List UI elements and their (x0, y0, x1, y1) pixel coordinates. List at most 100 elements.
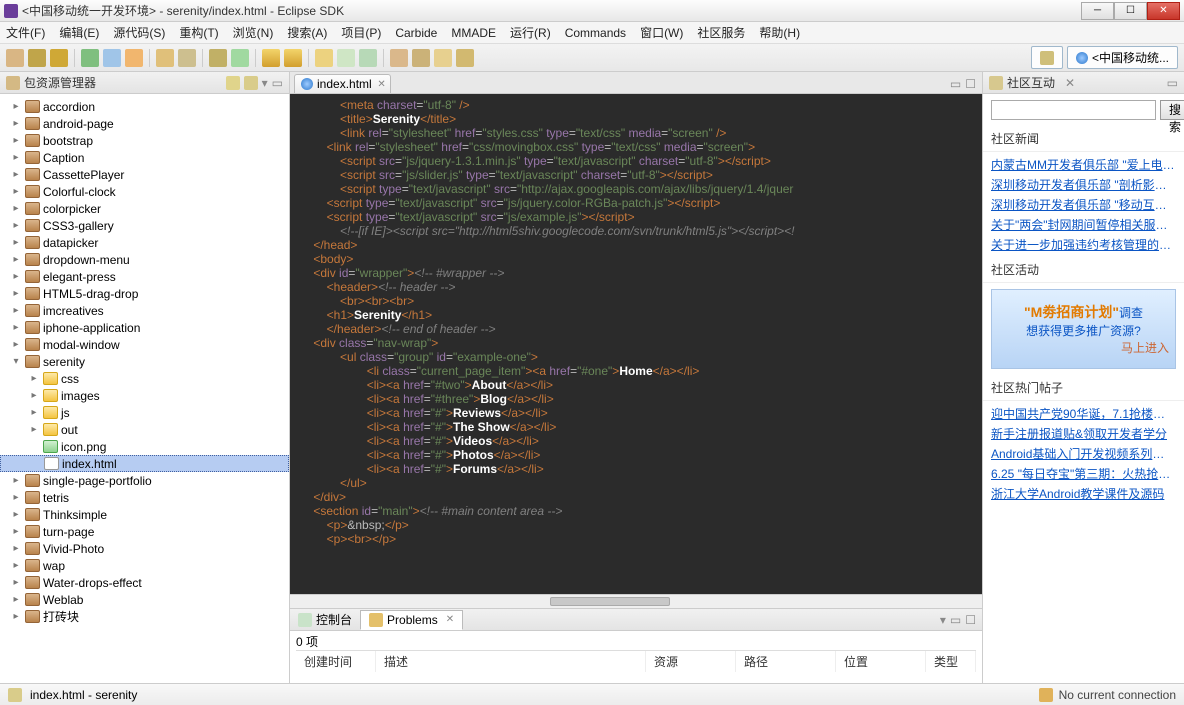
expand-arrow-icon[interactable]: ▸ (28, 407, 40, 418)
tree-row[interactable]: ▸Colorful-clock (0, 183, 289, 200)
open-type-icon[interactable] (178, 49, 196, 67)
tree-row[interactable]: ▸images (0, 387, 289, 404)
tree-row[interactable]: ▸accordion (0, 98, 289, 115)
expand-arrow-icon[interactable]: ▸ (10, 594, 22, 605)
problems-col-header[interactable]: 类型 (926, 651, 976, 672)
community-search-input[interactable] (991, 100, 1156, 120)
menu-item[interactable]: 运行(R) (510, 24, 551, 41)
tree-row[interactable]: ▸CassettePlayer (0, 166, 289, 183)
save-icon[interactable] (28, 49, 46, 67)
tree-row[interactable]: icon.png (0, 438, 289, 455)
tree-row[interactable]: ▸js (0, 404, 289, 421)
maximize-button[interactable]: ☐ (1114, 2, 1147, 20)
menu-item[interactable]: 文件(F) (6, 24, 45, 41)
problems-tab[interactable]: Problems✕ (360, 610, 463, 630)
expand-arrow-icon[interactable]: ▸ (10, 611, 22, 622)
news-link[interactable]: 关于"两会"封网期间暂停相关服务的 (991, 216, 1176, 233)
tree-row[interactable]: ▸tetris (0, 489, 289, 506)
tree-row[interactable]: ▸datapicker (0, 234, 289, 251)
menu-item[interactable]: Commands (565, 26, 626, 40)
menu-item[interactable]: Carbide (395, 26, 437, 40)
tree-row[interactable]: ▸colorpicker (0, 200, 289, 217)
debug-icon[interactable] (103, 49, 121, 67)
expand-arrow-icon[interactable]: ▸ (10, 339, 22, 350)
expand-arrow-icon[interactable]: ▸ (10, 101, 22, 112)
problems-minimize-icon[interactable]: ▭ (950, 613, 961, 627)
toolbar-icon-d[interactable] (456, 49, 474, 67)
problems-col-header[interactable]: 资源 (646, 651, 736, 672)
tree-row[interactable]: ▸modal-window (0, 336, 289, 353)
tree-row[interactable]: ▸Weblab (0, 591, 289, 608)
close-tab-icon[interactable]: ✕ (377, 79, 385, 90)
expand-arrow-icon[interactable]: ▸ (10, 475, 22, 486)
run-icon[interactable] (81, 49, 99, 67)
minimize-view-icon[interactable]: ▭ (272, 76, 283, 90)
class-icon[interactable] (359, 49, 377, 67)
news-link[interactable]: 内蒙古MM开发者俱乐部 "爱上电子书 (991, 156, 1176, 173)
problems-col-header[interactable]: 创建时间 (296, 651, 376, 672)
tree-row[interactable]: ▸Caption (0, 149, 289, 166)
expand-arrow-icon[interactable]: ▸ (10, 526, 22, 537)
open-perspective-button[interactable] (1031, 46, 1063, 69)
expand-arrow-icon[interactable]: ▸ (10, 186, 22, 197)
menu-item[interactable]: 编辑(E) (59, 24, 99, 41)
expand-arrow-icon[interactable]: ▸ (10, 305, 22, 316)
problems-col-header[interactable]: 路径 (736, 651, 836, 672)
view-menu-icon[interactable]: ▾ (262, 76, 268, 90)
expand-arrow-icon[interactable]: ▸ (10, 288, 22, 299)
editor-horizontal-scrollbar[interactable] (290, 594, 982, 608)
nav-back-icon[interactable] (262, 49, 280, 67)
news-link[interactable]: 深圳移动开发者俱乐部 "剖析影响移动 (991, 176, 1176, 193)
hot-link[interactable]: 新手注册报道贴&领取开发者学分 (991, 425, 1176, 442)
close-button[interactable]: ✕ (1147, 2, 1180, 20)
tree-row[interactable]: ▸Vivid-Photo (0, 540, 289, 557)
hot-link[interactable]: 浙江大学Android教学课件及源码 (991, 485, 1176, 502)
perspective-label[interactable]: <中国移动统... (1067, 46, 1178, 69)
project-tree[interactable]: ▸accordion▸android-page▸bootstrap▸Captio… (0, 94, 289, 683)
expand-arrow-icon[interactable]: ▸ (10, 203, 22, 214)
problems-maximize-icon[interactable]: ☐ (965, 613, 976, 627)
tree-row[interactable]: ▸css (0, 370, 289, 387)
news-link[interactable]: 关于进一步加强违约考核管理的通知 (991, 236, 1176, 253)
expand-arrow-icon[interactable]: ▸ (10, 543, 22, 554)
expand-arrow-icon[interactable]: ▸ (10, 135, 22, 146)
problems-col-header[interactable]: 描述 (376, 651, 646, 672)
promo-banner[interactable]: "M劵招商计划"调查 想获得更多推广资源? 马上进入 (991, 289, 1176, 369)
minimize-button[interactable]: ─ (1081, 2, 1114, 20)
expand-arrow-icon[interactable]: ▸ (10, 152, 22, 163)
annotation-icon[interactable] (231, 49, 249, 67)
tree-row[interactable]: ▸打砖块 (0, 608, 289, 625)
menu-item[interactable]: 源代码(S) (113, 24, 165, 41)
tree-row[interactable]: index.html (0, 455, 289, 472)
external-run-icon[interactable] (125, 49, 143, 67)
hot-link[interactable]: Android基础入门开发视频系列教程 (991, 445, 1176, 462)
community-minimize-icon[interactable]: ▭ (1167, 76, 1178, 90)
expand-arrow-icon[interactable]: ▸ (10, 271, 22, 282)
expand-arrow-icon[interactable]: ▸ (10, 322, 22, 333)
expand-arrow-icon[interactable]: ▾ (10, 356, 22, 367)
menu-item[interactable]: 项目(P) (341, 24, 381, 41)
problems-view-menu-icon[interactable]: ▾ (940, 613, 946, 627)
menu-item[interactable]: 社区服务 (697, 24, 745, 41)
tree-row[interactable]: ▾serenity (0, 353, 289, 370)
problems-col-header[interactable]: 位置 (836, 651, 926, 672)
news-link[interactable]: 深圳移动开发者俱乐部 "移动互联网新 (991, 196, 1176, 213)
new-icon[interactable] (6, 49, 24, 67)
build-icon[interactable] (156, 49, 174, 67)
tree-row[interactable]: ▸Water-drops-effect (0, 574, 289, 591)
editor-minimize-icon[interactable]: ▭ (950, 77, 961, 91)
tree-row[interactable]: ▸Thinksimple (0, 506, 289, 523)
collapse-all-icon[interactable] (226, 76, 240, 90)
tree-row[interactable]: ▸dropdown-menu (0, 251, 289, 268)
expand-arrow-icon[interactable]: ▸ (28, 390, 40, 401)
expand-arrow-icon[interactable]: ▸ (10, 169, 22, 180)
hot-link[interactable]: 6.25 "每日夺宝"第三期：火热抢夺百 (991, 465, 1176, 482)
tree-row[interactable]: ▸single-page-portfolio (0, 472, 289, 489)
editor-maximize-icon[interactable]: ☐ (965, 77, 976, 91)
new-project-icon[interactable] (315, 49, 333, 67)
tree-row[interactable]: ▸out (0, 421, 289, 438)
toolbar-icon-b[interactable] (412, 49, 430, 67)
menu-item[interactable]: 帮助(H) (759, 24, 800, 41)
tree-row[interactable]: ▸elegant-press (0, 268, 289, 285)
tree-row[interactable]: ▸iphone-application (0, 319, 289, 336)
